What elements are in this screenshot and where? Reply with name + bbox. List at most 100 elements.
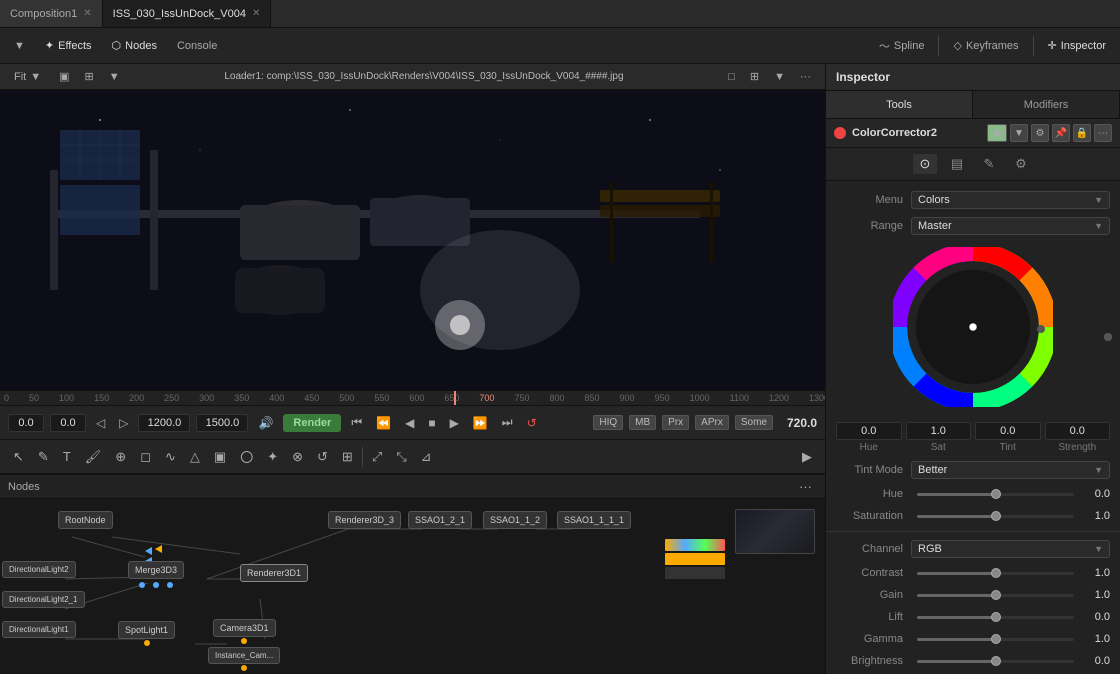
- rewind-btn[interactable]: ⏪: [372, 414, 395, 432]
- brush-tool[interactable]: 🖌: [80, 447, 107, 467]
- clone-tool[interactable]: ⊕: [110, 447, 131, 467]
- blur-tool[interactable]: ∿: [160, 447, 181, 467]
- transform-tool[interactable]: ⤢: [367, 447, 387, 467]
- node-settings-btn[interactable]: ⚙: [1031, 124, 1049, 142]
- viewer-icon-1[interactable]: □: [722, 67, 741, 86]
- toolbar-dropdown-btn[interactable]: ▼: [8, 37, 31, 55]
- hue-input[interactable]: [836, 422, 902, 440]
- node-merge3d3[interactable]: Merge3D3: [128, 561, 184, 589]
- pointer-tool[interactable]: ↖: [8, 447, 29, 467]
- contrast-thumb[interactable]: [991, 568, 1001, 578]
- more-btn[interactable]: ▶: [797, 447, 817, 467]
- hue-slider-track[interactable]: [917, 493, 1074, 496]
- sat-input[interactable]: [906, 422, 972, 440]
- play-btn[interactable]: ▶: [446, 414, 463, 432]
- lasso-tool[interactable]: 〇: [235, 445, 258, 468]
- node-pin-btn[interactable]: 📌: [1052, 124, 1070, 142]
- options-icon-btn[interactable]: ⚙: [1009, 154, 1033, 174]
- wheel-reset-dot[interactable]: [1037, 325, 1045, 333]
- brightness-reset[interactable]: [1104, 333, 1112, 341]
- node-color-btn[interactable]: ▣: [987, 124, 1007, 142]
- view-btn-1[interactable]: ▣: [53, 67, 75, 86]
- node-spotlight1[interactable]: SpotLight1: [118, 621, 175, 647]
- node-collapse-btn[interactable]: ▼: [1010, 124, 1028, 142]
- aprx-badge[interactable]: APrx: [695, 415, 729, 430]
- saturation-thumb[interactable]: [991, 511, 1001, 521]
- shape-tool[interactable]: △: [185, 447, 205, 467]
- node-renderer3d1[interactable]: Renderer3D1: [240, 564, 308, 582]
- strength-input[interactable]: [1045, 422, 1111, 440]
- prx-badge[interactable]: Prx: [662, 415, 689, 430]
- colors-icon-btn[interactable]: ⊙: [913, 154, 937, 174]
- contrast-track[interactable]: [917, 572, 1074, 575]
- menu-dropdown[interactable]: Colors ▼: [911, 191, 1110, 209]
- step-back-btn[interactable]: ◀: [401, 414, 418, 432]
- saturation-track[interactable]: [917, 515, 1074, 518]
- rotate-tool[interactable]: ↺: [312, 447, 333, 467]
- nodes-more-btn[interactable]: ···: [794, 477, 817, 496]
- gain-track[interactable]: [917, 594, 1074, 597]
- viewer-more[interactable]: ···: [794, 67, 817, 86]
- zoom-tool[interactable]: ⊗: [287, 447, 308, 467]
- node-ssao1-1-2[interactable]: SSAO1_1_2: [483, 511, 547, 529]
- node-ssao1-1-1-1[interactable]: SSAO1_1_1_1: [557, 511, 631, 529]
- audio-btn[interactable]: 🔊: [254, 414, 277, 432]
- end-frame2-input[interactable]: [196, 414, 248, 432]
- node-directionallight2[interactable]: DirectionalLight2: [2, 561, 76, 578]
- prev-keyframe-btn[interactable]: ◁: [92, 414, 109, 432]
- crop-tool[interactable]: ⊞: [337, 447, 358, 467]
- paint-tool[interactable]: ✎: [33, 447, 54, 467]
- effects-button[interactable]: ✦ Effects: [39, 36, 98, 55]
- tab-close-icon[interactable]: ✕: [252, 8, 260, 19]
- tint-mode-dropdown[interactable]: Better ▼: [911, 461, 1110, 479]
- view-btn-2[interactable]: ⊞: [79, 67, 100, 86]
- range-dropdown[interactable]: Master ▼: [911, 217, 1110, 235]
- curves-icon-btn[interactable]: ✎: [977, 154, 1001, 174]
- mb-badge[interactable]: MB: [629, 415, 656, 430]
- node-ssao1-2-1[interactable]: SSAO1_2_1: [408, 511, 472, 529]
- render-button[interactable]: Render: [283, 414, 341, 432]
- end-frame-input[interactable]: [138, 414, 190, 432]
- gain-thumb[interactable]: [991, 590, 1001, 600]
- channel-dropdown[interactable]: RGB ▼: [911, 540, 1110, 558]
- fast-fwd-btn[interactable]: ⏩: [469, 414, 492, 432]
- hue-slider-thumb[interactable]: [991, 489, 1001, 499]
- nodes-content[interactable]: RootNode DirectionalLight2 Merge3D3 Dire…: [0, 499, 825, 674]
- node-more-btn[interactable]: ⋯: [1094, 124, 1112, 142]
- loop-btn[interactable]: ↺: [523, 414, 541, 432]
- eraser-tool[interactable]: ◻: [135, 447, 156, 467]
- magic-tool[interactable]: ✦: [262, 447, 283, 467]
- lift-thumb[interactable]: [991, 612, 1001, 622]
- tab-composition1[interactable]: Composition1 ✕: [0, 0, 103, 27]
- brightness-thumb[interactable]: [991, 656, 1001, 666]
- tint-input[interactable]: [975, 422, 1041, 440]
- skip-end-btn[interactable]: ⏭: [498, 413, 517, 432]
- select-tool[interactable]: ▣: [209, 447, 231, 467]
- node-lock-btn[interactable]: 🔒: [1073, 124, 1091, 142]
- node-camera3d1[interactable]: Camera3D1: [213, 619, 276, 645]
- tab-close-icon[interactable]: ✕: [83, 8, 91, 19]
- tab-modifiers[interactable]: Modifiers: [973, 91, 1120, 118]
- fit-dropdown[interactable]: Fit ▼: [8, 68, 47, 86]
- node-rootnode[interactable]: RootNode: [58, 511, 113, 529]
- perspective-tool[interactable]: ⊿: [416, 447, 437, 467]
- gamma-track[interactable]: [917, 638, 1074, 641]
- skip-start-btn[interactable]: ⏮: [347, 413, 366, 432]
- next-keyframe-btn[interactable]: ▷: [115, 414, 132, 432]
- view-btn-3[interactable]: ▼: [103, 67, 126, 86]
- brightness-track[interactable]: [917, 660, 1074, 663]
- text-tool[interactable]: T: [58, 447, 76, 466]
- keyframes-button[interactable]: ◇ Keyframes: [947, 36, 1024, 55]
- gamma-thumb[interactable]: [991, 634, 1001, 644]
- console-button[interactable]: Console: [171, 37, 223, 55]
- tab-iss030[interactable]: ISS_030_IssUnDock_V004 ✕: [103, 0, 272, 27]
- hiq-badge[interactable]: HIQ: [593, 415, 623, 430]
- spline-button[interactable]: ～ Spline: [873, 35, 931, 57]
- time-input[interactable]: [8, 414, 44, 432]
- some-badge[interactable]: Some: [735, 415, 773, 430]
- tab-tools[interactable]: Tools: [826, 91, 973, 118]
- node-directionallight1[interactable]: DirectionalLight1: [2, 621, 76, 638]
- nodes-button[interactable]: ⬡ Nodes: [106, 36, 163, 55]
- inspector-button[interactable]: ✛ Inspector: [1042, 36, 1112, 55]
- stop-btn[interactable]: ■: [424, 414, 439, 432]
